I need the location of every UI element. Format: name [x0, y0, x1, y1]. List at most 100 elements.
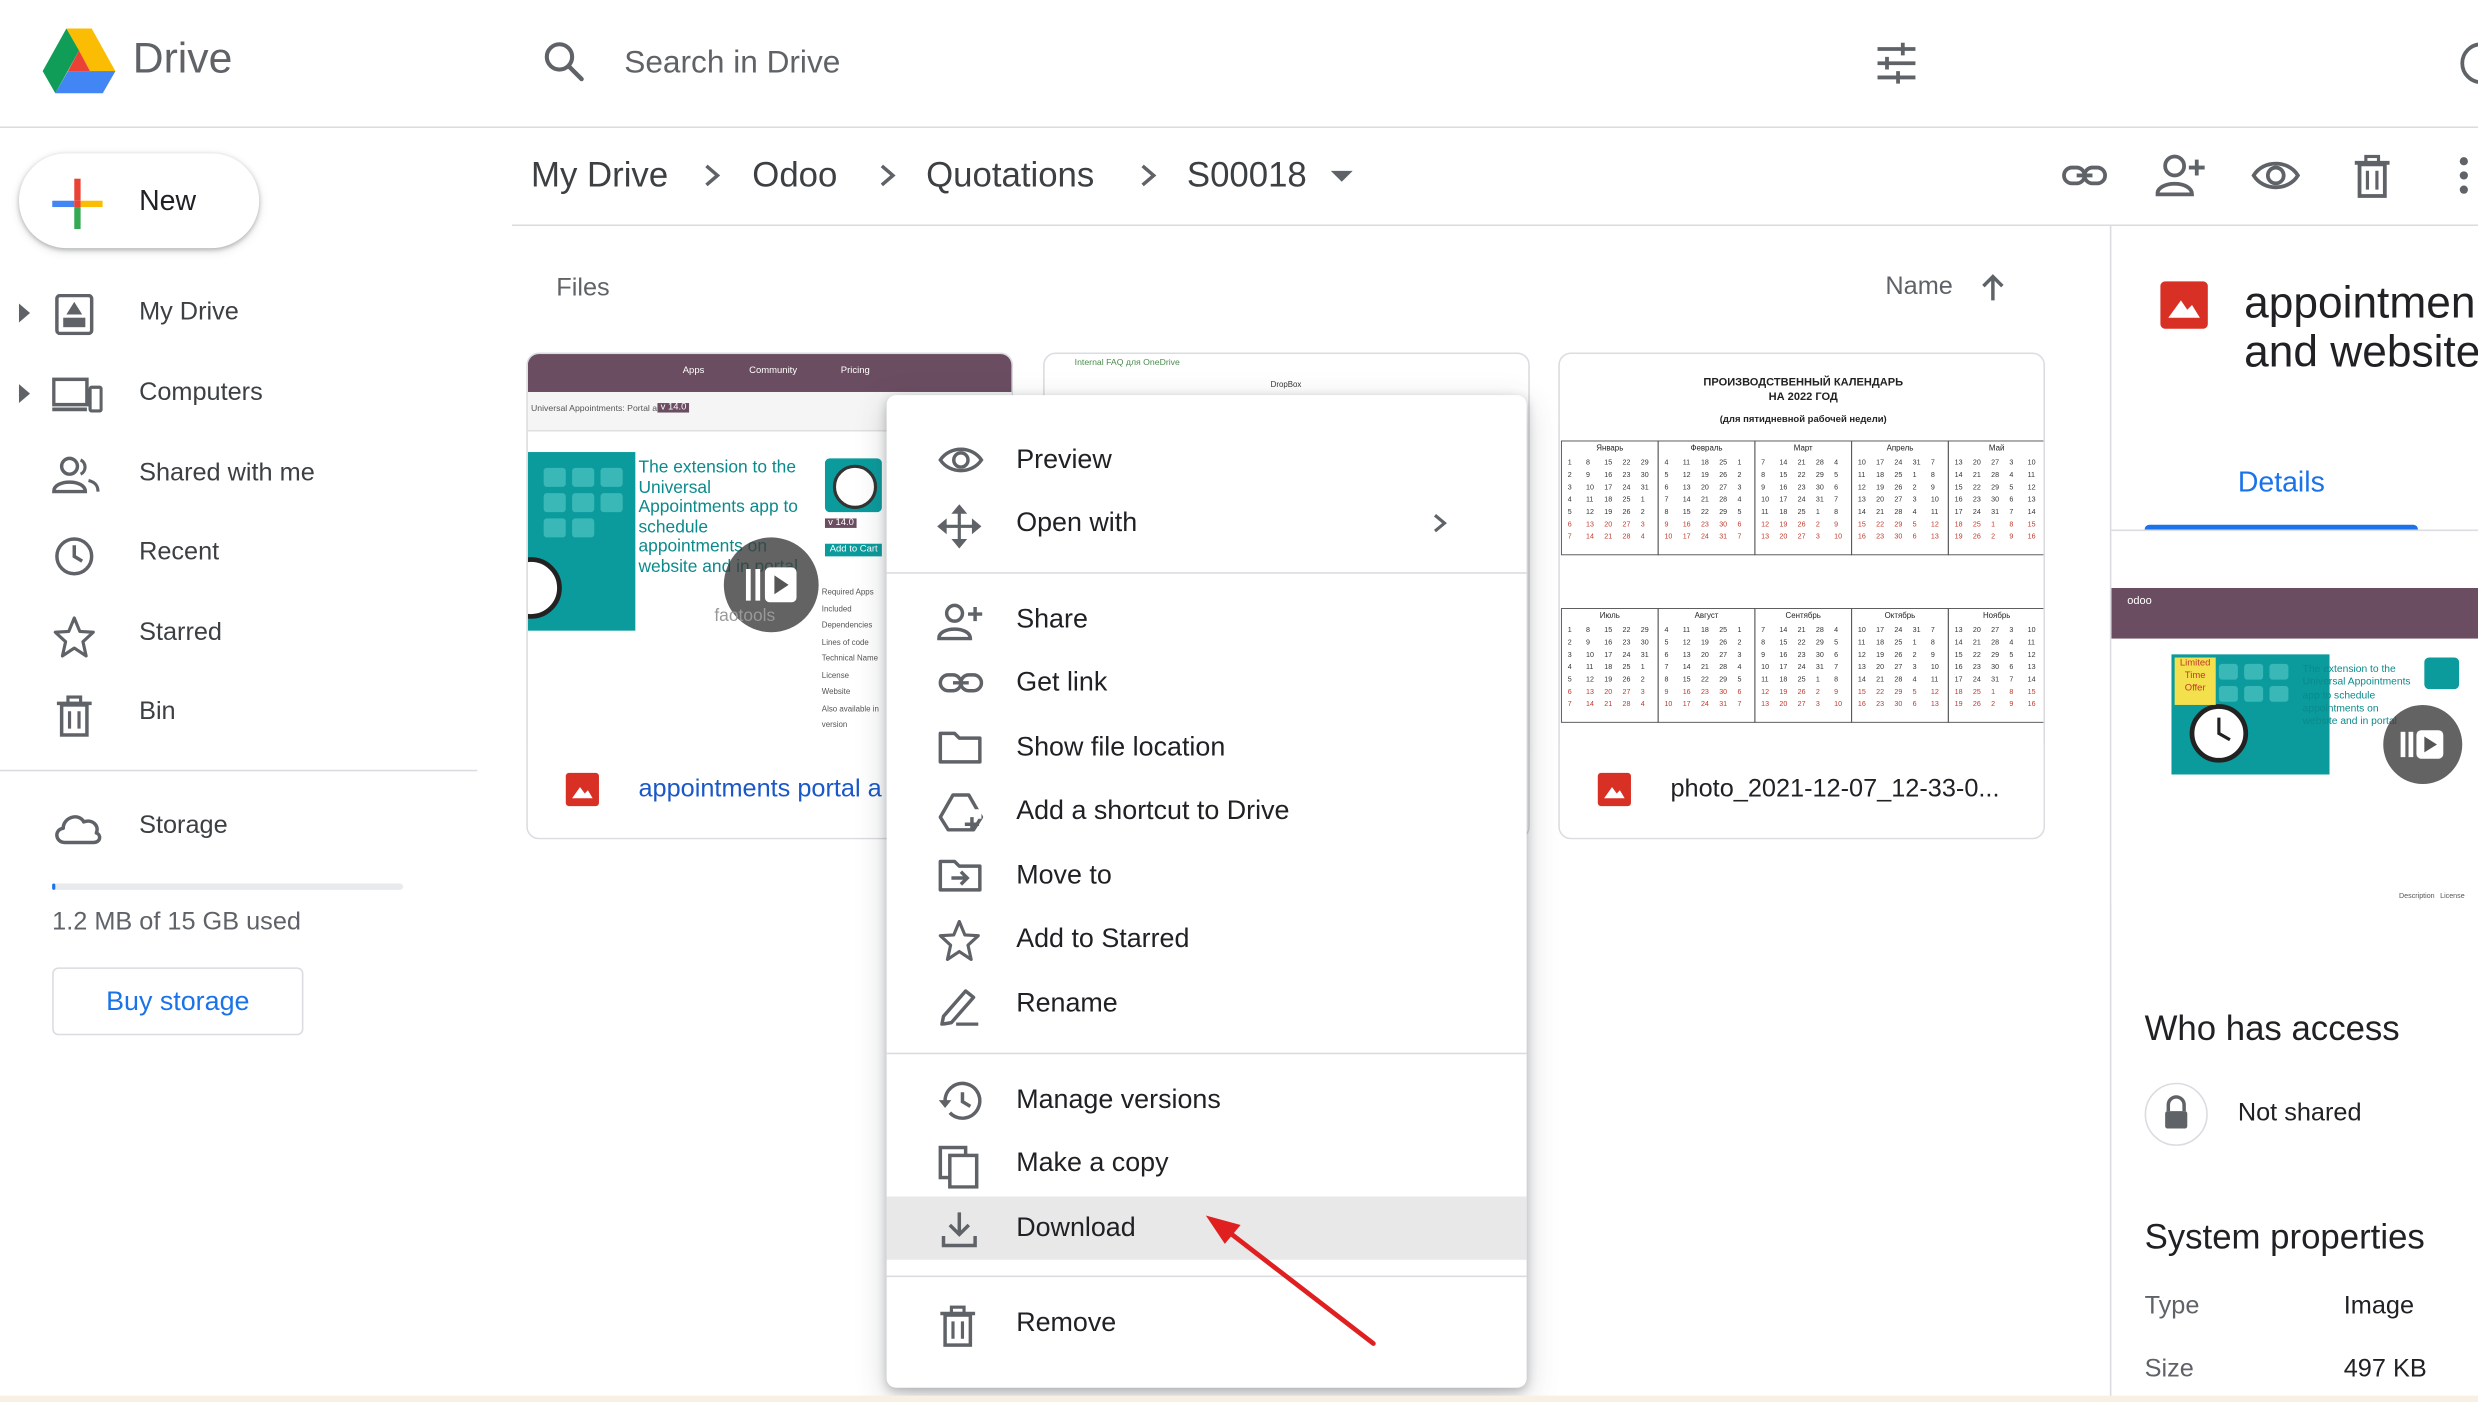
storage-bar-fill: [52, 883, 56, 890]
menu-item-open-with[interactable]: Open with: [887, 492, 1527, 555]
calendar-day: 8: [2009, 520, 2013, 528]
search-icon[interactable]: [542, 40, 586, 84]
sidebar-item-computers[interactable]: Computers: [0, 362, 474, 428]
calendar-subtitle: (для пятидневной рабочей недели): [1719, 415, 1887, 426]
sidebar-item-my-drive[interactable]: My Drive: [0, 281, 474, 347]
file-thumbnail[interactable]: ПРОИЗВОДСТВЕННЫЙ КАЛЕНДАРЬ НА 2022 ГОД (…: [1560, 354, 2044, 744]
thumb-add-to-cart: Add to Cart: [824, 543, 883, 557]
calendar-day: 16: [1683, 688, 1691, 696]
calendar-day: 4: [1834, 626, 1838, 634]
menu-item-rename[interactable]: Rename: [887, 972, 1527, 1035]
calendar-day: 1: [1816, 508, 1820, 516]
file-card-footer[interactable]: photo_2021-12-07_12-33-0...: [1559, 744, 2044, 838]
calendar-day: 28: [1623, 700, 1631, 708]
calendar-day: 8: [1761, 471, 1765, 479]
calendar-day: 20: [1973, 459, 1981, 467]
buy-storage-button[interactable]: Buy storage: [52, 967, 304, 1036]
breadcrumb-my-drive[interactable]: My Drive: [531, 155, 668, 196]
menu-item-label: Manage versions: [1016, 1084, 1221, 1115]
calendar-day: 19: [1876, 483, 1884, 491]
menu-item-show-location[interactable]: Show file location: [887, 716, 1527, 779]
calendar-day: 16: [2028, 700, 2036, 708]
more-vert-icon[interactable]: [2456, 152, 2472, 199]
calendar-day: 26: [1798, 520, 1806, 528]
menu-item-label: Make a copy: [1016, 1147, 1169, 1178]
calendar-day: 3: [1641, 520, 1645, 528]
calendar-day: 15: [2028, 520, 2036, 528]
calendar-day: 6: [1568, 688, 1572, 696]
file-card[interactable]: ПРОИЗВОДСТВЕННЫЙ КАЛЕНДАРЬ НА 2022 ГОД (…: [1558, 352, 2046, 840]
menu-item-add-shortcut[interactable]: Add a shortcut to Drive: [887, 779, 1527, 842]
sidebar-item-bin[interactable]: Bin: [0, 681, 474, 747]
calendar-day: 1: [1991, 520, 1995, 528]
calendar-day: 6: [1737, 520, 1741, 528]
calendar-day: 22: [1876, 688, 1884, 696]
prop-key-size: Size: [2144, 1356, 2194, 1384]
trash-icon: [937, 1304, 978, 1348]
menu-item-preview[interactable]: Preview: [887, 428, 1527, 491]
menu-item-add-starred[interactable]: Add to Starred: [887, 907, 1527, 970]
calendar-day: 13: [1586, 688, 1594, 696]
calendar-day: 14: [1586, 533, 1594, 541]
calendar-day: 24: [1701, 533, 1709, 541]
sidebar-item-storage[interactable]: Storage: [0, 795, 474, 861]
menu-item-get-link[interactable]: Get link: [887, 651, 1527, 714]
search-input[interactable]: Search in Drive: [624, 46, 840, 82]
plus-icon: [52, 178, 103, 230]
calendar-day: 4: [1641, 700, 1645, 708]
person-add-icon[interactable]: [2155, 152, 2207, 199]
menu-item-make-copy[interactable]: Make a copy: [887, 1132, 1527, 1195]
calendar-day: 20: [1604, 688, 1612, 696]
calendar-day: 7: [1931, 626, 1935, 634]
search-options-icon[interactable]: [1874, 42, 1918, 84]
expand-arrow-icon[interactable]: [18, 384, 31, 404]
trash-icon[interactable]: [2352, 152, 2393, 199]
breadcrumb-current-folder[interactable]: S00018: [1187, 155, 1307, 196]
link-icon[interactable]: [2061, 152, 2108, 199]
app-title[interactable]: Drive: [133, 35, 233, 84]
menu-item-move-to[interactable]: Move to: [887, 844, 1527, 907]
calendar-day: 2: [1641, 508, 1645, 516]
calendar-day: 9: [1761, 651, 1765, 659]
annotation-arrow-icon: [1205, 1215, 1376, 1346]
calendar-day: 1: [1641, 663, 1645, 671]
menu-item-share[interactable]: Share: [887, 588, 1527, 651]
thumb-footer-text: License: [2440, 891, 2465, 900]
computer-icon: [52, 375, 103, 416]
calendar-day: 10: [1586, 483, 1594, 491]
calendar-day: 30: [1894, 533, 1902, 541]
drive-logo-icon[interactable]: [41, 25, 117, 95]
calendar-grid: Январь1 8 15 22 292 9 16 23 303 10 17 24 314 11 18 25 15…: [1560, 440, 2044, 723]
sidebar-item-recent[interactable]: Recent: [0, 522, 474, 588]
calendar-day: 5: [2009, 651, 2013, 659]
menu-item-label: Share: [1016, 603, 1088, 634]
calendar-day: 13: [1955, 459, 1963, 467]
caret-down-icon[interactable]: [1330, 170, 1353, 184]
breadcrumb-quotations[interactable]: Quotations: [926, 155, 1094, 196]
sidebar-item-label: Shared with me: [139, 459, 315, 487]
calendar-day: 25: [1973, 688, 1981, 696]
calendar-day: 13: [1955, 626, 1963, 634]
sidebar-divider: [0, 769, 478, 772]
calendar-day: 17: [1604, 483, 1612, 491]
calendar-day: 4: [1568, 496, 1572, 504]
expand-arrow-icon[interactable]: [18, 303, 31, 323]
eye-icon[interactable]: [2250, 152, 2301, 199]
calendar-day: 26: [1623, 508, 1631, 516]
calendar-day: 2: [1913, 483, 1917, 491]
calendar-day: 14: [1955, 471, 1963, 479]
calendar-day: 30: [1816, 483, 1824, 491]
calendar-day: 27: [1719, 651, 1727, 659]
sort-by-name-button[interactable]: Name: [1885, 273, 1952, 301]
menu-item-manage-versions[interactable]: Manage versions: [887, 1068, 1527, 1131]
calendar-day: 18: [1955, 688, 1963, 696]
tab-details[interactable]: Details: [2238, 466, 2325, 499]
arrow-up-icon[interactable]: [1979, 272, 2007, 304]
details-thumbnail: odoo Limited Time Offer The extension to…: [2111, 587, 2478, 905]
breadcrumb-odoo[interactable]: Odoo: [752, 155, 837, 196]
calendar-day: 10: [1931, 663, 1939, 671]
help-icon[interactable]: [2446, 40, 2478, 87]
sidebar-item-starred[interactable]: Starred: [0, 602, 474, 668]
sidebar-item-shared[interactable]: Shared with me: [0, 443, 474, 509]
calendar-day: 4: [2009, 639, 2013, 647]
